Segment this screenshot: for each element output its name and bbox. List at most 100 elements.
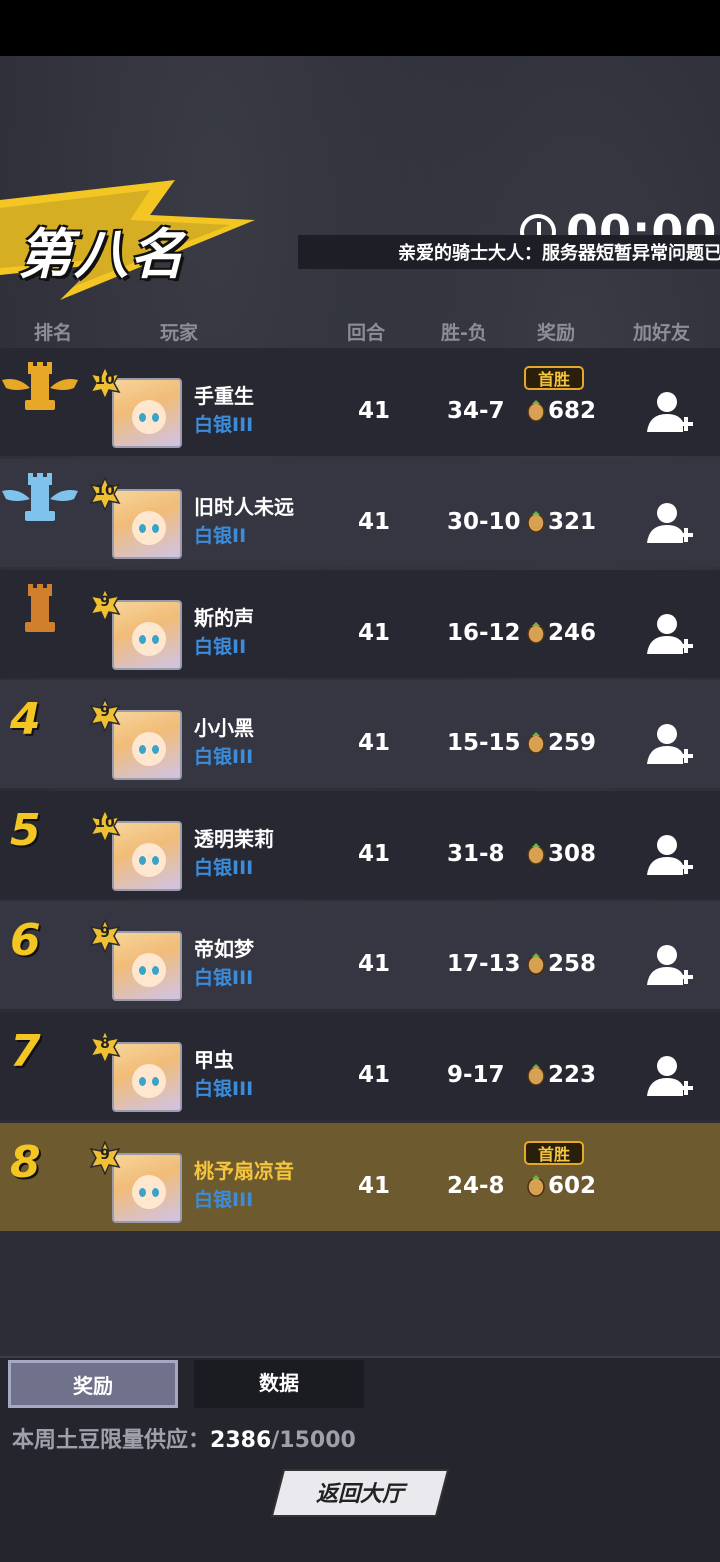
potato-icon (527, 1064, 545, 1086)
level-badge: 10 (88, 808, 122, 844)
potato-icon (527, 843, 545, 865)
player-tier: 白银II (194, 636, 247, 658)
level-badge: 9 (88, 697, 122, 733)
avatar-face (132, 1064, 166, 1098)
rounds-value: 41 (358, 1062, 391, 1088)
potato-icon (527, 400, 545, 422)
level-badge: 9 (88, 587, 122, 623)
back-to-lobby-button[interactable]: 返回大厅 (270, 1468, 450, 1518)
reward-amount: 259 (548, 730, 597, 756)
add-friend-icon[interactable] (645, 831, 693, 879)
level-number: 10 (95, 483, 115, 499)
level-number: 9 (100, 704, 110, 720)
table-row[interactable]: 10 手重生 白银III 41 34-7 首胜 682 (0, 348, 720, 456)
avatar[interactable] (112, 710, 182, 780)
status-bar (0, 0, 720, 56)
reward-amount: 308 (548, 841, 597, 867)
notice-text: 亲爱的骑士大人：服务器短暂异常问题已 (398, 243, 720, 264)
table-row[interactable]: 7 8 甲虫 白银III 41 9-17 223 (0, 1012, 720, 1120)
table-row[interactable]: 10 旧时人未远 白银II 41 30-10 321 (0, 459, 720, 567)
tab-stats[interactable]: 数据 (194, 1360, 364, 1408)
rounds-value: 41 (358, 730, 391, 756)
tab-reward[interactable]: 奖励 (8, 1360, 178, 1408)
player-name: 旧时人未远 (194, 495, 294, 519)
table-row[interactable]: 8 9 桃予扇凉音 白银III 41 24-8 首胜 602 (0, 1123, 720, 1231)
header-player: 玩家 (160, 322, 199, 344)
reward-value: 308 (526, 841, 596, 867)
avatar[interactable] (112, 378, 182, 448)
winloss-value: 15-15 (447, 730, 521, 756)
potato-icon (527, 511, 545, 533)
back-button-label: 返回大厅 (315, 1482, 404, 1507)
player-name: 透明茉莉 (194, 827, 274, 851)
avatar[interactable] (112, 600, 182, 670)
add-friend-icon[interactable] (645, 610, 693, 658)
header-addfriend: 加好友 (633, 322, 691, 344)
player-name: 小小黑 (194, 716, 254, 740)
rank-number: 8 (10, 1137, 41, 1188)
rounds-value: 41 (358, 841, 391, 867)
player-tier: 白银III (194, 414, 254, 436)
table-row[interactable]: 9 斯的声 白银II 41 16-12 246 (0, 570, 720, 678)
player-tier: 白银III (194, 1078, 254, 1100)
avatar[interactable] (112, 821, 182, 891)
supply-current: 2386 (210, 1428, 272, 1453)
rank-trophy-icon (2, 473, 78, 521)
avatar[interactable] (112, 931, 182, 1001)
column-headers: 排名 玩家 回合 胜-负 奖励 加好友 (0, 318, 720, 344)
first-win-badge: 首胜 (524, 366, 584, 390)
rounds-value: 41 (358, 1173, 391, 1199)
reward-value: 321 (526, 509, 596, 535)
level-number: 10 (95, 815, 115, 831)
winloss-value: 30-10 (447, 509, 521, 535)
avatar-face (132, 732, 166, 766)
table-row[interactable]: 4 9 小小黑 白银III 41 15-15 259 (0, 680, 720, 788)
player-tier: 白银III (194, 967, 254, 989)
table-row[interactable]: 5 10 透明茉莉 白银III 41 31-8 308 (0, 791, 720, 899)
winloss-value: 31-8 (447, 841, 505, 867)
header-rounds: 回合 (347, 322, 386, 344)
reward-value: 246 (526, 620, 596, 646)
player-name: 斯的声 (194, 606, 254, 630)
player-name: 帝如梦 (194, 937, 254, 961)
rank-trophy-icon (2, 362, 78, 410)
rounds-value: 41 (358, 398, 391, 424)
level-badge: 10 (88, 365, 122, 401)
reward-amount: 258 (548, 951, 597, 977)
reward-amount: 602 (548, 1173, 597, 1199)
level-badge: 10 (88, 476, 122, 512)
add-friend-icon[interactable] (645, 388, 693, 436)
avatar[interactable] (112, 1153, 182, 1223)
player-tier: 白银III (194, 746, 254, 768)
rounds-value: 41 (358, 620, 391, 646)
page-title: 第八名 (18, 223, 186, 286)
avatar-face (132, 511, 166, 545)
level-badge: 9 (88, 918, 122, 954)
player-tier: 白银III (194, 857, 254, 879)
level-badge: 8 (88, 1029, 122, 1065)
player-name: 桃予扇凉音 (194, 1159, 294, 1183)
winloss-value: 9-17 (447, 1062, 505, 1088)
potato-icon (527, 1175, 545, 1197)
player-tier: 白银II (194, 525, 247, 547)
level-number: 9 (100, 925, 110, 941)
header-reward: 奖励 (537, 322, 576, 344)
table-row[interactable]: 6 9 帝如梦 白银III 41 17-13 258 (0, 901, 720, 1009)
avatar-face (132, 400, 166, 434)
player-name: 甲虫 (194, 1048, 234, 1072)
level-number: 10 (95, 372, 115, 388)
avatar-face (132, 1175, 166, 1209)
reward-amount: 682 (548, 398, 597, 424)
rounds-value: 41 (358, 509, 391, 535)
add-friend-icon[interactable] (645, 941, 693, 989)
avatar[interactable] (112, 1042, 182, 1112)
add-friend-icon[interactable] (645, 1052, 693, 1100)
add-friend-icon[interactable] (645, 499, 693, 547)
reward-value: 223 (526, 1062, 596, 1088)
add-friend-icon[interactable] (645, 720, 693, 768)
level-number: 9 (100, 1147, 110, 1163)
level-number: 8 (100, 1036, 110, 1052)
avatar[interactable] (112, 489, 182, 559)
potato-icon (527, 953, 545, 975)
supply-info: 本周土豆限量供应：2386/15000 (12, 1422, 356, 1454)
